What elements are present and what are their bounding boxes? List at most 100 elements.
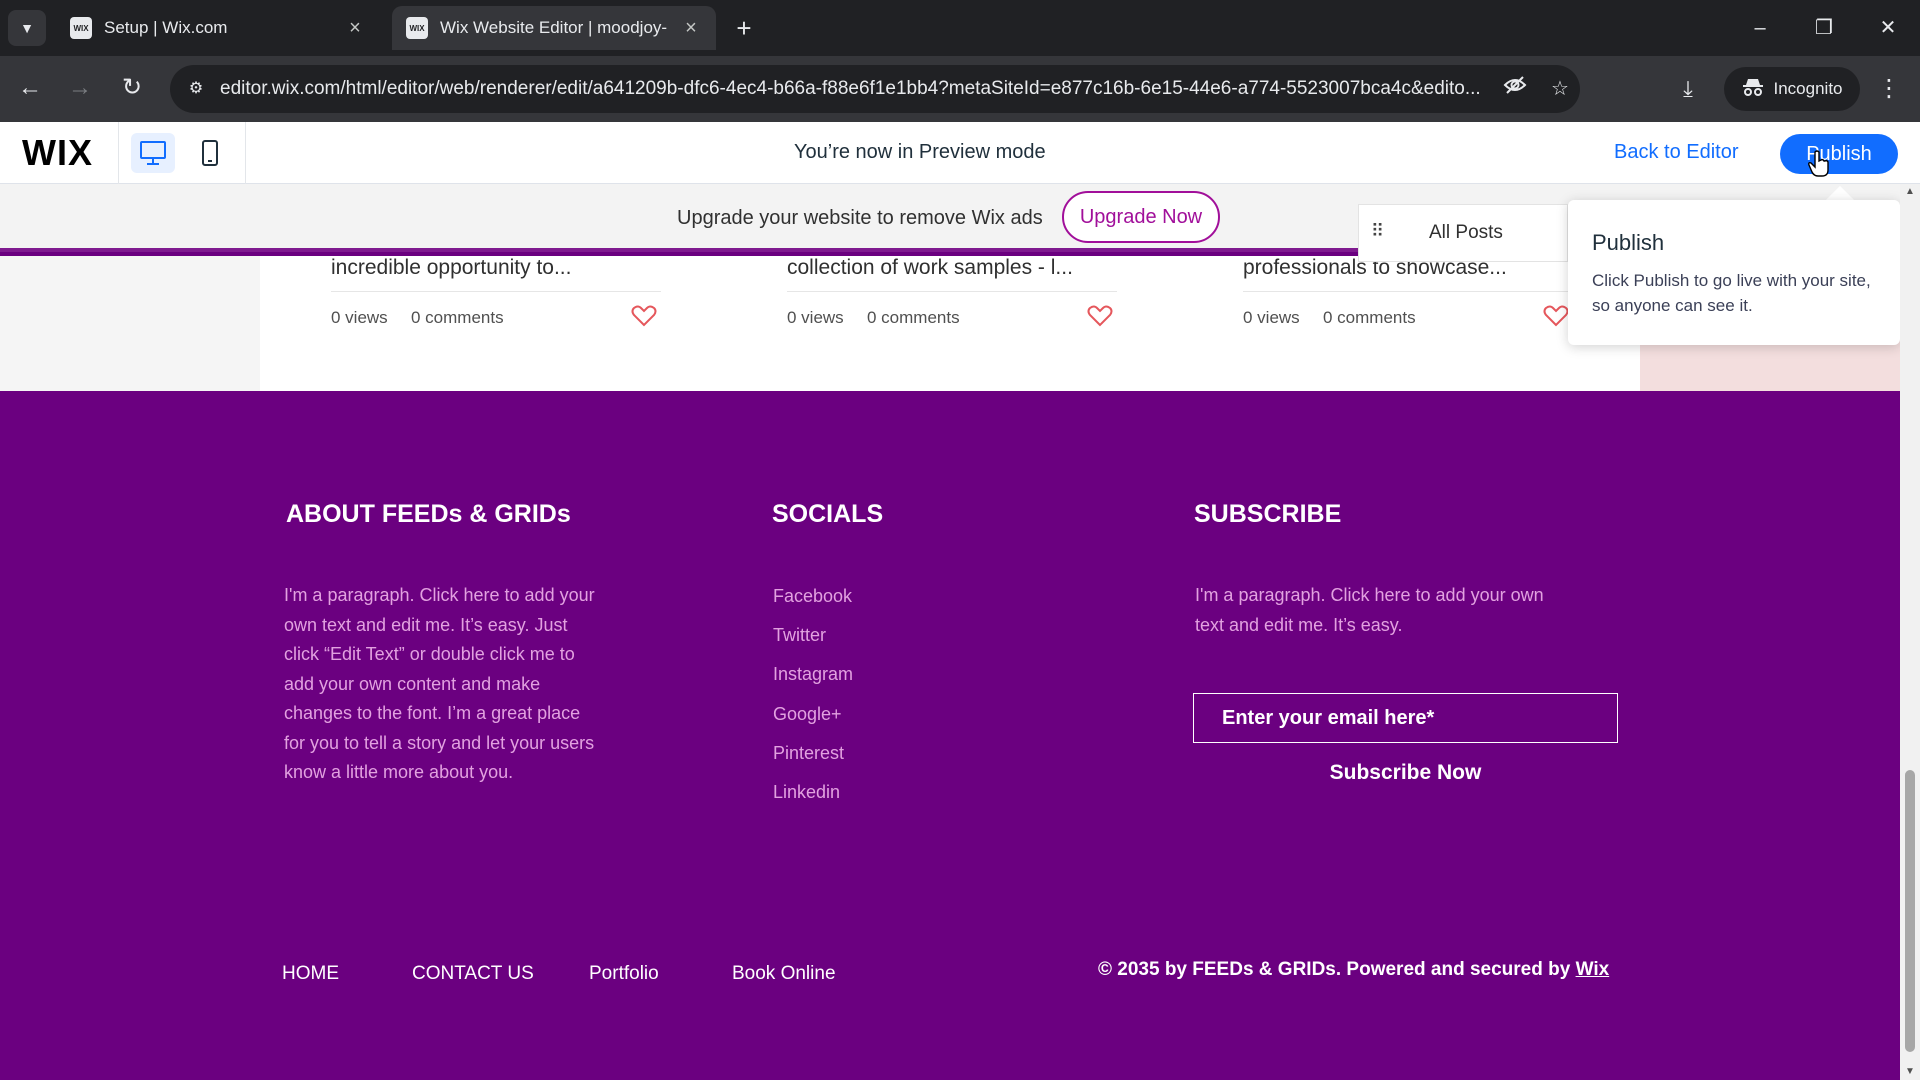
subscribe-paragraph: I'm a paragraph. Click here to add your … xyxy=(1195,581,1544,640)
site-info-icon[interactable]: ⚙ xyxy=(182,75,210,103)
post-views: 0 views xyxy=(331,308,388,327)
subscribe-now-button[interactable]: Subscribe Now xyxy=(1193,752,1618,794)
ad-message: Upgrade your website to remove Wix ads xyxy=(677,207,1043,229)
footer-nav-home[interactable]: HOME xyxy=(282,963,339,985)
wix-favicon-icon: WIX xyxy=(70,17,92,39)
hand-cursor-icon xyxy=(1808,150,1829,177)
publish-button[interactable]: Publish xyxy=(1780,134,1898,174)
social-link-instagram[interactable]: Instagram xyxy=(773,664,853,685)
paragraph-line: own text and edit me. It’s easy. Just xyxy=(284,614,568,635)
wix-favicon-icon: WIX xyxy=(406,17,428,39)
post-title[interactable]: collection of work samples - l... xyxy=(787,256,1117,292)
restore-button[interactable]: ❐ xyxy=(1804,10,1844,46)
post-comments[interactable]: 0 comments xyxy=(1323,308,1416,328)
address-bar[interactable]: ⚙ editor.wix.com/html/editor/web/rendere… xyxy=(170,65,1580,113)
footer-nav-contact-us[interactable]: CONTACT US xyxy=(412,963,534,985)
forward-button[interactable]: → xyxy=(62,70,98,106)
scroll-up-icon[interactable]: ▲ xyxy=(1900,184,1920,200)
paragraph-line: add your own content and make xyxy=(284,673,541,694)
browser-toolbar: ← → ↻ ⚙ editor.wix.com/html/editor/web/r… xyxy=(0,56,1920,122)
reload-button[interactable]: ↻ xyxy=(114,70,150,106)
plus-icon: + xyxy=(736,13,752,43)
post-views: 0 views xyxy=(1243,308,1300,327)
post-comments[interactable]: 0 comments xyxy=(867,308,960,328)
back-to-editor-link[interactable]: Back to Editor xyxy=(1614,141,1739,164)
social-link-twitter[interactable]: Twitter xyxy=(773,625,826,646)
desktop-view-button[interactable] xyxy=(131,133,175,173)
upgrade-now-button[interactable]: Upgrade Now xyxy=(1062,191,1220,243)
social-link-linkedin[interactable]: Linkedin xyxy=(773,782,840,803)
chevron-down-icon: ▼ xyxy=(20,20,34,36)
mobile-icon xyxy=(202,140,218,166)
arrow-right-icon: → xyxy=(68,74,92,101)
back-button[interactable]: ← xyxy=(12,70,48,106)
incognito-label: Incognito xyxy=(1773,79,1843,98)
preview-mode-message: You’re now in Preview mode xyxy=(794,141,1046,163)
about-heading: ABOUT FEEDs & GRIDs xyxy=(286,500,571,528)
paragraph-line: I'm a paragraph. Click here to add your … xyxy=(1195,585,1544,605)
reload-icon: ↻ xyxy=(121,74,143,101)
mobile-view-button[interactable] xyxy=(188,133,232,173)
paragraph-line: I'm a paragraph. Click here to add your xyxy=(284,585,595,605)
tooltip-title: Publish xyxy=(1592,230,1665,255)
all-posts-label[interactable]: All Posts xyxy=(1429,222,1503,244)
post-views: 0 views xyxy=(787,308,844,327)
tab-search-button[interactable]: ▼ xyxy=(8,10,46,46)
new-tab-button[interactable]: + xyxy=(728,12,760,44)
email-field[interactable] xyxy=(1193,693,1618,743)
minimize-button[interactable]: – xyxy=(1740,10,1780,46)
about-paragraph: I'm a paragraph. Click here to add your … xyxy=(284,581,595,788)
download-icon: ⤓ xyxy=(1683,76,1693,101)
paragraph-line: changes to the font. I’m a great place xyxy=(284,703,581,723)
paragraph-line: text and edit me. It’s easy. xyxy=(1195,614,1403,635)
paragraph-line: click “Edit Text” or double click me to xyxy=(284,644,575,664)
url-text[interactable]: editor.wix.com/html/editor/web/renderer/… xyxy=(220,78,1540,100)
heart-icon[interactable] xyxy=(1087,304,1113,328)
divider xyxy=(118,122,119,184)
arrow-left-icon: ← xyxy=(18,74,42,101)
desktop-icon xyxy=(140,141,166,165)
star-icon[interactable]: ☆ xyxy=(1545,75,1575,103)
socials-heading: SOCIALS xyxy=(772,500,884,528)
wix-link[interactable]: Wix xyxy=(1576,959,1610,980)
page-scrollbar[interactable]: ▲ ▼ xyxy=(1900,184,1920,1080)
post-title[interactable]: incredible opportunity to... xyxy=(331,256,661,292)
social-link-pinterest[interactable]: Pinterest xyxy=(773,743,844,764)
more-vertical-icon: ⋮ xyxy=(1877,75,1901,102)
tab-wix-editor[interactable]: WIX Wix Website Editor | moodjoy- × xyxy=(392,6,716,50)
blog-posts-container: incredible opportunity to... 0 views 0 c… xyxy=(260,256,1640,391)
paragraph-line: know a little more about you. xyxy=(284,762,514,782)
wix-preview-bar: WIX You’re now in Preview mode Back to E… xyxy=(0,122,1920,184)
scrollbar-thumb[interactable] xyxy=(1905,770,1915,1052)
scroll-down-icon[interactable]: ▼ xyxy=(1900,1064,1920,1080)
incognito-indicator[interactable]: Incognito xyxy=(1724,67,1860,111)
download-button[interactable]: ⤓ xyxy=(1670,72,1706,108)
footer-nav-portfolio[interactable]: Portfolio xyxy=(589,963,659,985)
all-posts-control[interactable]: ⠿ All Posts xyxy=(1358,204,1568,262)
close-icon[interactable]: × xyxy=(344,17,366,40)
tooltip-body: Click Publish to go live with your site,… xyxy=(1592,271,1871,315)
publish-tooltip: Publish Click Publish to go live with yo… xyxy=(1568,200,1900,345)
copyright-text: © 2035 by FEEDs & GRIDs. Powered and sec… xyxy=(1098,959,1609,981)
drag-handle-icon[interactable]: ⠿ xyxy=(1371,221,1384,242)
tab-title: Wix Website Editor | moodjoy- xyxy=(440,18,668,37)
tab-setup[interactable]: WIX Setup | Wix.com × xyxy=(56,6,380,50)
browser-tab-bar: ▼ WIX Setup | Wix.com × WIX Wix Website … xyxy=(0,0,1920,56)
footer-nav-book-online[interactable]: Book Online xyxy=(732,963,836,985)
wix-logo: WIX xyxy=(22,132,93,173)
browser-menu-button[interactable]: ⋮ xyxy=(1874,72,1904,108)
restore-icon: ❐ xyxy=(1815,17,1833,39)
close-icon: ✕ xyxy=(1879,17,1897,39)
post-comments[interactable]: 0 comments xyxy=(411,308,504,328)
social-link-facebook[interactable]: Facebook xyxy=(773,586,852,607)
heart-icon[interactable] xyxy=(1543,304,1569,328)
close-icon[interactable]: × xyxy=(680,17,702,40)
close-window-button[interactable]: ✕ xyxy=(1868,10,1908,46)
subscribe-heading: SUBSCRIBE xyxy=(1194,500,1342,528)
eye-off-icon[interactable] xyxy=(1500,75,1530,103)
social-link-google-plus[interactable]: Google+ xyxy=(773,704,842,725)
copyright-label: © 2035 by FEEDs & GRIDs. Powered and sec… xyxy=(1098,959,1576,980)
tab-title: Setup | Wix.com xyxy=(104,18,228,37)
heart-icon[interactable] xyxy=(631,304,657,328)
divider xyxy=(245,122,246,184)
